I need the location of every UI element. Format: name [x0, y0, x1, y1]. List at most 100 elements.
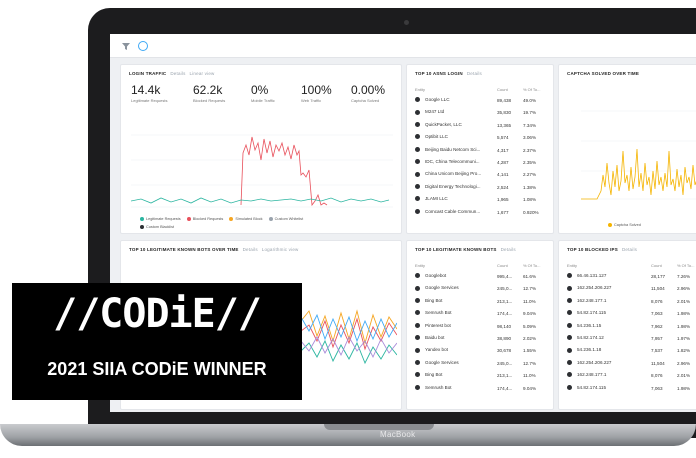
login-traffic-chart	[131, 134, 393, 208]
marketing-image: LOGIN TRAFFIC Details Linear view 14.4k Leg…	[0, 0, 696, 458]
entity-name: Optibit LLC	[425, 134, 448, 140]
entity-count: 2,524	[497, 184, 509, 190]
entity-count: 213,1...	[497, 298, 513, 304]
entity-name: Comcast Cable Commun...	[425, 208, 481, 214]
entity-icon	[415, 97, 420, 103]
card-title: CAPTCHA SOLVED OVER TIME	[567, 71, 640, 76]
award-subtitle: 2021 SIIA CODiE WINNER	[47, 359, 267, 379]
entity-icon	[415, 322, 420, 328]
entity-icon	[567, 360, 572, 366]
details-link[interactable]: Details	[243, 247, 258, 252]
table-row[interactable]: Comcast Cable Commun... 1,677 0.920%	[415, 208, 539, 218]
filter-icon[interactable]	[122, 42, 130, 50]
entity-name: 162.248.177.1	[577, 372, 607, 378]
table-row[interactable]: 54.236.1.18 7,537 1.82%	[567, 347, 690, 356]
entity-name: Semrush Bot	[425, 384, 452, 390]
entity-percent: 19.7%	[523, 110, 537, 116]
details-link[interactable]: Details	[467, 71, 482, 76]
captcha-card: CAPTCHA SOLVED OVER TIME Captcha Solved	[558, 64, 696, 234]
entity-count: 98,140	[497, 323, 512, 329]
settings-icon[interactable]	[138, 41, 148, 51]
entity-count: 1,965	[497, 197, 509, 203]
table-row[interactable]: Digital Energy Technologi... 2,524 1.38%	[415, 183, 536, 193]
entity-name: Baidu bot	[425, 335, 445, 340]
chart-legend: Legitimate Requests Blocked Requests Sim…	[135, 217, 303, 221]
entity-percent: 11.0%	[523, 298, 536, 304]
entity-icon	[415, 122, 420, 128]
entity-percent: 5.09%	[523, 323, 537, 329]
table-row[interactable]: 162.254.206.227 11,504 2.96%	[567, 285, 690, 294]
details-link[interactable]: Details	[622, 247, 637, 252]
entity-name: 54.82.174.12	[577, 335, 604, 340]
table-row[interactable]: QuickPacket, LLC 13,365 7.34%	[415, 122, 536, 131]
entity-percent: 7.26%	[677, 274, 691, 279]
entity-name: Beijing Baidu Netcom Sci...	[425, 146, 481, 152]
table-row[interactable]: 54.236.1.15 7,962 1.98%	[567, 322, 690, 332]
entity-count: 4,317	[497, 147, 509, 153]
entity-percent: 1.08%	[523, 197, 537, 203]
entity-icon	[415, 208, 420, 214]
captcha-solved-line	[581, 148, 696, 200]
table-row[interactable]: China Unicom Beijing Pro... 4,141 2.27%	[415, 171, 536, 180]
details-link[interactable]: Details	[501, 247, 516, 252]
table-row[interactable]: 162.248.177.1 8,076 2.01%	[567, 298, 690, 307]
entity-icon	[415, 134, 420, 140]
entity-count: 7,537	[651, 348, 663, 354]
entity-icon	[415, 298, 420, 304]
entity-icon	[415, 384, 420, 390]
entity-count: 8,076	[651, 298, 663, 304]
entity-icon	[415, 159, 420, 165]
table-row[interactable]: 54.82.174.115 7,063 1.98%	[567, 310, 690, 319]
view-select[interactable]: Logarithmic view	[262, 247, 299, 252]
entity-count: 1,677	[497, 209, 509, 215]
table-row[interactable]: Semrush Bot 174,4... 9.04%	[415, 384, 536, 394]
table-row[interactable]: Baidu bot 38,890 2.02%	[415, 335, 536, 344]
table-row[interactable]: Googlebot 995,4... 61.6%	[415, 273, 536, 282]
top-asns-card: TOP 10 ASNS LOGIN Details Entity Count% Of…	[406, 64, 554, 234]
entity-name: Google Services	[425, 359, 459, 365]
entity-name: Bing Bot	[425, 297, 443, 303]
stat-legitimate: 14.4k Legitimate Requests	[131, 83, 168, 103]
table-row[interactable]: Bing Bot 213,1... 11.0%	[415, 372, 536, 381]
blocked-ips-card: TOP 10 BLOCKED IPS Details Entity Count% O…	[558, 240, 696, 410]
table-row[interactable]: M247 Ltd 35,830 19.7%	[415, 109, 536, 118]
view-select[interactable]: Linear view	[190, 71, 215, 76]
table-row[interactable]: Bing Bot 213,1... 11.0%	[415, 297, 536, 307]
entity-name: 66.46.131.127	[577, 273, 607, 278]
table-row[interactable]: 54.82.174.12 7,957 1.97%	[567, 335, 690, 344]
entity-name: Digital Energy Technologi...	[425, 183, 481, 189]
entity-icon	[567, 273, 572, 279]
award-logo: //CODiE//	[53, 291, 262, 337]
table-row[interactable]: 162.254.206.227 11,504 2.96%	[567, 360, 690, 369]
table-row[interactable]: IDC, China Telecommuni... 4,287 2.35%	[415, 159, 536, 168]
entity-count: 7,957	[651, 336, 663, 341]
table-row[interactable]: Beijing Baidu Netcom Sci... 4,317 2.37%	[415, 146, 536, 156]
details-link[interactable]: Details	[170, 71, 185, 76]
table-row[interactable]: 66.46.131.127 28,177 7.26%	[567, 273, 690, 282]
entity-percent: 12.7%	[523, 360, 537, 366]
table-row[interactable]: Google Services 245,0... 12.7%	[415, 359, 536, 369]
entity-name: 54.236.1.15	[577, 322, 602, 328]
table-row[interactable]: Yandex bot 30,678 1.55%	[415, 347, 536, 356]
entity-percent: 2.96%	[677, 286, 691, 292]
entity-percent: 1.98%	[677, 385, 691, 391]
legit-bots-card: TOP 10 LEGITIMATE KNOWN BOTS Details Enti…	[406, 240, 554, 410]
table-row[interactable]: JLAMI LLC 1,965 1.08%	[415, 196, 536, 205]
entity-count: 7,962	[651, 323, 663, 329]
chart-legend-row2: Custom Blacklist	[135, 225, 174, 229]
entity-icon	[415, 146, 420, 152]
table-row[interactable]: Semrush Bot 174,4... 9.04%	[415, 310, 536, 319]
table-row[interactable]: Pinterest bot 98,140 5.09%	[415, 322, 536, 332]
table-row[interactable]: Optibit LLC 5,574 3.06%	[415, 134, 536, 143]
stat-web: 100% Web Traffic	[301, 83, 332, 103]
entity-name: Semrush Bot	[425, 310, 452, 316]
entity-name: 54.236.1.18	[577, 347, 602, 353]
table-row[interactable]: Google LLC 89,438 49.0%	[415, 97, 536, 106]
entity-percent: 12.7%	[523, 286, 537, 292]
entity-percent: 2.01%	[677, 298, 691, 304]
table-row[interactable]: 54.82.174.115 7,063 1.98%	[567, 385, 690, 394]
table-row[interactable]: Google Services 245,0... 12.7%	[415, 285, 536, 294]
entity-icon	[567, 310, 572, 316]
entity-icon	[567, 347, 572, 353]
table-row[interactable]: 162.248.177.1 8,076 2.01%	[567, 372, 690, 381]
